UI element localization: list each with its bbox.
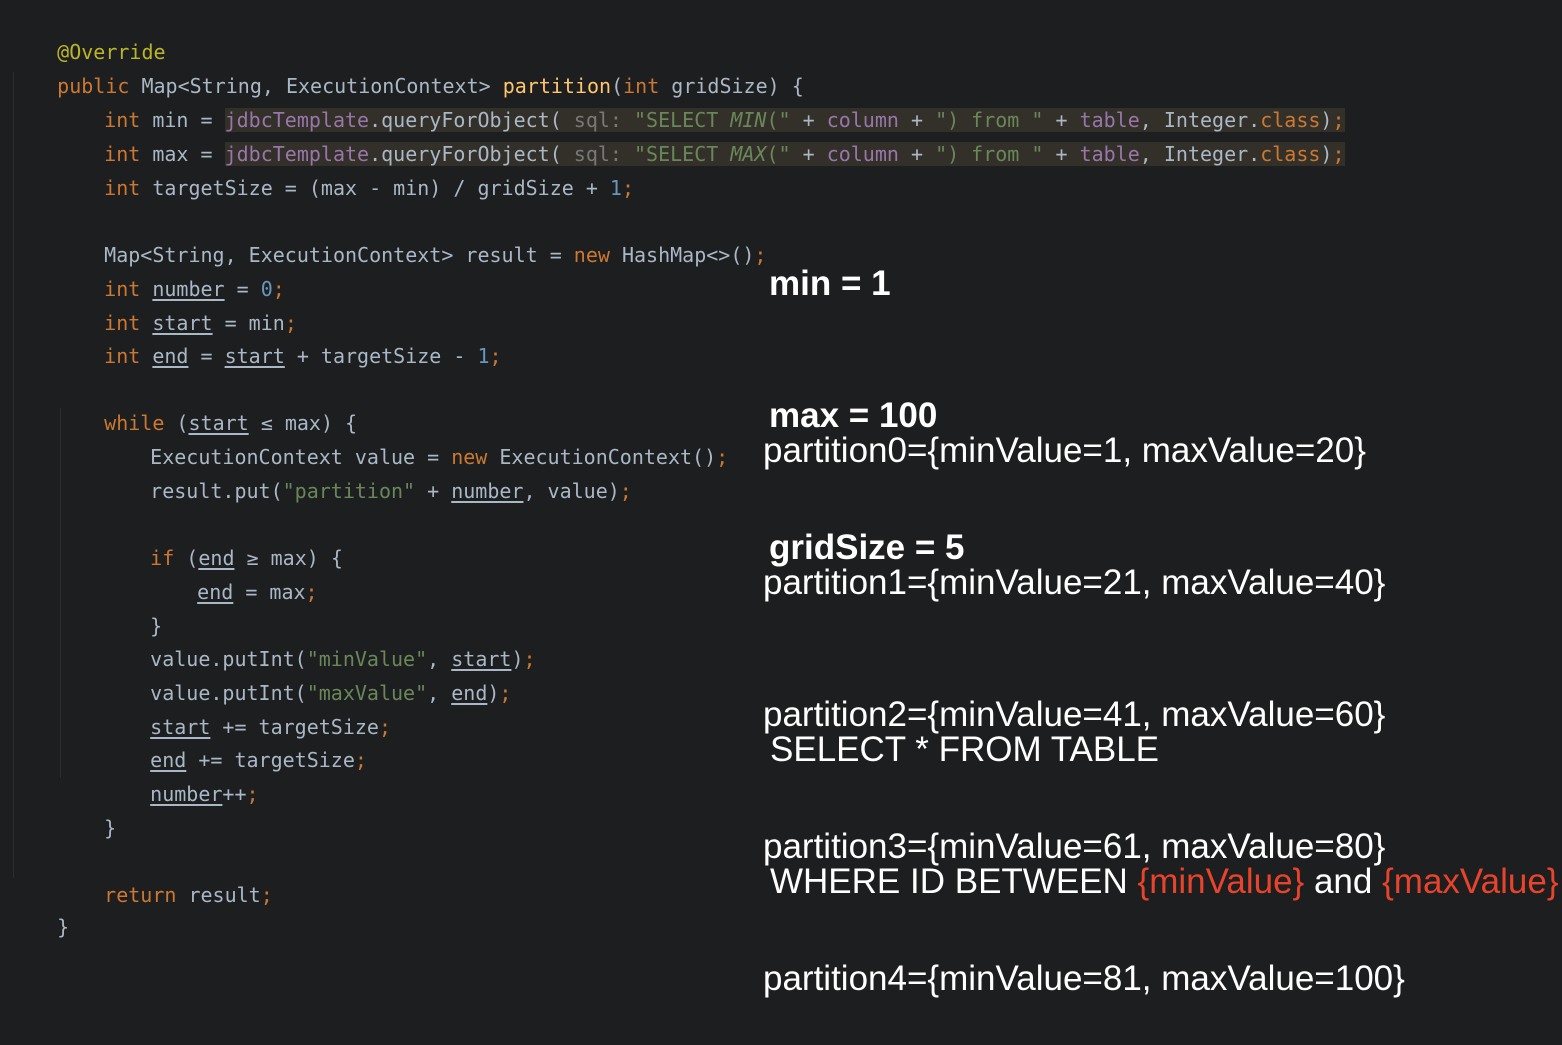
partition-1: partition1={minValue=21, maxValue=40} <box>763 563 1386 602</box>
variable: start <box>224 344 285 368</box>
semicolon: ; <box>305 580 318 604</box>
code-line-put: result.put("partition" + number, value); <box>102 440 632 503</box>
closing-brace: } <box>104 816 117 840</box>
code-line-targetsize: int targetSize = (max - min) / gridSize … <box>56 137 634 200</box>
keyword: return <box>104 883 177 907</box>
code-line-signature: public Map<String, ExecutionContext> par… <box>9 35 804 98</box>
code-line-close-if: } <box>102 575 162 638</box>
field: table <box>1079 142 1140 166</box>
keyword: int <box>104 344 141 368</box>
code-text: + targetSize - <box>284 344 478 368</box>
variable: end <box>152 344 189 368</box>
semicolon: ; <box>523 647 536 671</box>
semicolon: ; <box>619 479 632 503</box>
code-text: ) <box>487 681 500 705</box>
code-text: = <box>188 344 225 368</box>
code-text: targetSize = (max - min) / gridSize + <box>140 176 610 200</box>
code-line-start: int start = min; <box>56 272 297 335</box>
code-text: , Integer. <box>1139 142 1261 166</box>
semicolon: ; <box>260 883 273 907</box>
variable: end <box>197 580 234 604</box>
string: ") from " <box>935 142 1044 166</box>
code-line-max: int max = jdbcTemplate.queryForObject( s… <box>56 103 1345 166</box>
code-text: + <box>1043 142 1080 166</box>
code-line-return: return result; <box>56 844 273 907</box>
var-min: min = 1 <box>769 264 891 303</box>
code-text: result.put( <box>150 479 283 503</box>
keyword: int <box>104 176 141 200</box>
code-text: ) <box>1320 142 1333 166</box>
code-text: result <box>176 883 261 907</box>
partition-0: partition0={minValue=1, maxValue=20} <box>763 431 1366 470</box>
sql-min-placeholder: {minValue} <box>1137 862 1305 901</box>
code-text: , <box>427 681 452 705</box>
semicolon: ; <box>354 748 367 772</box>
semicolon: ; <box>378 715 392 739</box>
semicolon: ; <box>1332 142 1345 166</box>
string-italic: MAX <box>730 142 767 166</box>
sql-line-2: WHERE ID BETWEEN {minValue} and {maxValu… <box>770 860 1559 904</box>
number: 1 <box>477 344 490 368</box>
string: "partition" <box>282 479 416 503</box>
sql-line-1: SELECT * FROM TABLE <box>770 730 1159 769</box>
code-line-map: Map<String, ExecutionContext> result = n… <box>56 204 766 267</box>
field: column <box>826 142 899 166</box>
keyword: class <box>1260 142 1321 166</box>
code-line-context: ExecutionContext value = new ExecutionCo… <box>102 406 728 469</box>
code-text: ++ <box>222 782 247 806</box>
code-line-annotation: @Override <box>9 1 165 64</box>
code-text: HashMap<>() <box>609 243 755 267</box>
sql-max-placeholder: {maxValue} <box>1382 862 1559 901</box>
code-line-inc-start: start += targetSize; <box>102 676 391 739</box>
semicolon: ; <box>716 445 729 469</box>
code-line-assign: end = max; <box>149 541 317 604</box>
semicolon: ; <box>621 176 634 200</box>
keyword: new <box>573 243 610 267</box>
sql-query: SELECT * FROM TABLE WHERE ID BETWEEN {mi… <box>770 640 1559 948</box>
semicolon: ; <box>246 782 259 806</box>
variable: end <box>451 681 488 705</box>
closing-brace: } <box>57 915 70 939</box>
code-line-number: int number = 0; <box>56 238 285 301</box>
sql-prefix: WHERE ID BETWEEN <box>770 862 1138 901</box>
code-line-close-method: } <box>9 876 69 939</box>
code-line-if: if (end ≥ max) { <box>102 507 343 570</box>
string: "SELECT <box>621 142 731 166</box>
code-text: + <box>415 479 452 503</box>
number: 1 <box>609 176 622 200</box>
code-text: ) <box>511 647 524 671</box>
code-line-while: while (start ≤ max) { <box>56 372 357 435</box>
variable: number <box>150 782 223 806</box>
indent-guide <box>13 72 14 878</box>
code-line-putmax: value.putInt("maxValue", end); <box>102 642 511 705</box>
code-line-min: int min = jdbcTemplate.queryForObject( s… <box>56 69 1345 132</box>
semicolon: ; <box>499 681 512 705</box>
variable: number <box>451 479 524 503</box>
code-text: , value) <box>523 479 620 503</box>
code-text: + <box>898 142 936 166</box>
code-line-end: int end = start + targetSize - 1; <box>56 305 501 368</box>
code-text: + <box>790 142 827 166</box>
string: (" <box>766 142 791 166</box>
code-line-inc-end: end += targetSize; <box>102 709 367 772</box>
semicolon: ; <box>489 344 502 368</box>
code-line-putmin: value.putInt("minValue", start); <box>102 608 535 671</box>
semicolon: ; <box>754 243 767 267</box>
code-line-inc-number: number++; <box>102 743 258 806</box>
code-line-close-while: } <box>56 777 116 840</box>
code-text: = max <box>233 580 306 604</box>
sql-and: and <box>1304 862 1383 901</box>
partition-4: partition4={minValue=81, maxValue=100} <box>763 959 1405 998</box>
